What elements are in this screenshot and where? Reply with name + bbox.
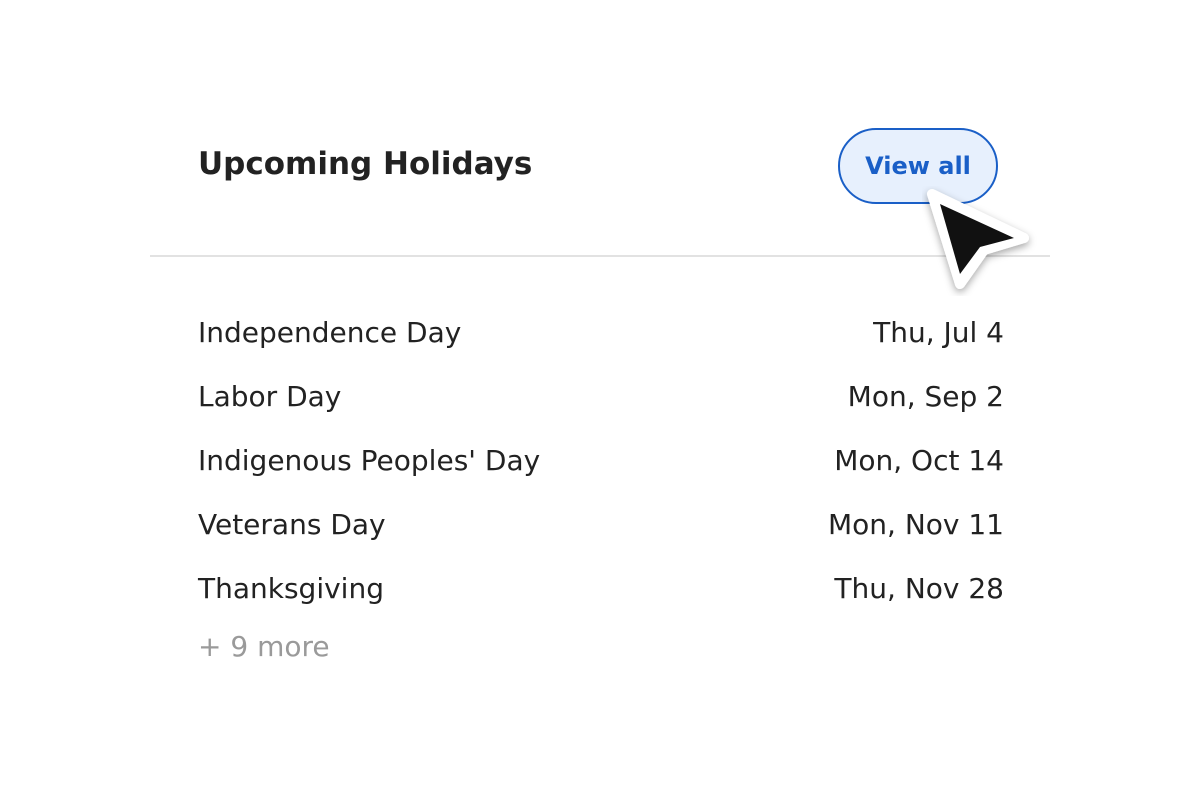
holiday-name: Independence Day [198, 315, 462, 349]
holiday-row: Thanksgiving Thu, Nov 28 [198, 556, 1004, 620]
holiday-date: Thu, Nov 28 [834, 571, 1004, 605]
holiday-date: Mon, Sep 2 [847, 379, 1004, 413]
section-title: Upcoming Holidays [198, 146, 533, 182]
view-all-button[interactable]: View all [838, 128, 998, 204]
holiday-row: Labor Day Mon, Sep 2 [198, 364, 1004, 428]
holiday-row: Independence Day Thu, Jul 4 [198, 300, 1004, 364]
holiday-date: Thu, Jul 4 [873, 315, 1004, 349]
holiday-list: Independence Day Thu, Jul 4 Labor Day Mo… [198, 300, 1004, 620]
holiday-name: Labor Day [198, 379, 342, 413]
holiday-row: Indigenous Peoples' Day Mon, Oct 14 [198, 428, 1004, 492]
holiday-name: Indigenous Peoples' Day [198, 443, 541, 477]
holiday-date: Mon, Oct 14 [834, 443, 1004, 477]
holiday-name: Veterans Day [198, 507, 386, 541]
holiday-date: Mon, Nov 11 [827, 507, 1004, 541]
more-holidays-link[interactable]: + 9 more [198, 630, 330, 663]
holiday-row: Veterans Day Mon, Nov 11 [198, 492, 1004, 556]
holiday-name: Thanksgiving [198, 571, 384, 605]
holidays-card: Upcoming Holidays View all Independence … [0, 0, 1200, 800]
divider [150, 255, 1050, 257]
